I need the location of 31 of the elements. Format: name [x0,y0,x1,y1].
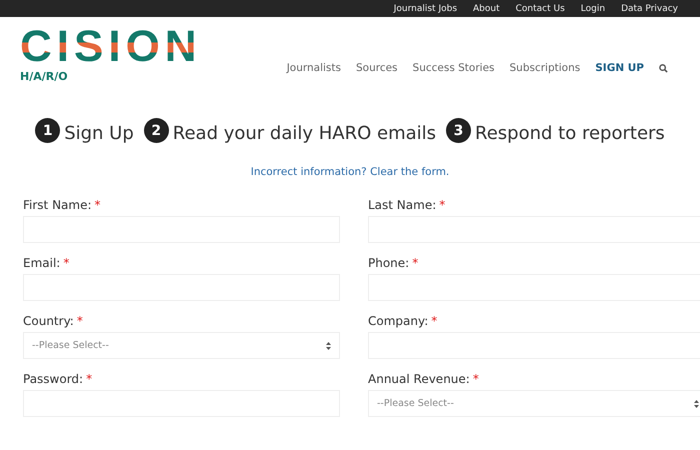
nav-link[interactable]: Subscriptions [510,62,580,74]
step-number: 2 [144,118,169,143]
top-link[interactable]: About [473,4,500,14]
updown-icon [326,342,331,350]
field-label: Password: * [23,372,94,386]
step-number: 1 [35,118,60,143]
top-link[interactable]: Data Privacy [621,4,678,14]
clear-form-link[interactable]: Incorrect information? Clear the form. [0,166,700,178]
field-label: Last Name: * [368,198,446,212]
top-link[interactable]: Contact Us [516,4,565,14]
field-label: Country: * [23,314,84,328]
nav-link[interactable]: Success Stories [412,62,495,74]
updown-icon [694,400,699,408]
select-field[interactable]: --Please Select-- [23,332,340,359]
nav-link[interactable]: Journalists [286,62,341,74]
step-label: Sign Up [64,123,134,144]
logo-subtitle: H/A/R/O [20,70,69,83]
step-label: Read your daily HARO emails [172,123,436,144]
nav-link[interactable]: Sources [356,62,398,74]
search-icon[interactable] [659,64,668,72]
field-label: Company: * [368,314,438,328]
nav-link[interactable]: SIGN UP [595,62,644,74]
top-link[interactable]: Login [580,4,606,14]
top-link[interactable]: Journalist Jobs [394,4,458,14]
field-label: Email: * [23,256,70,270]
select-field[interactable]: --Please Select-- [368,390,700,417]
field-label: First Name: * [23,198,102,212]
field-label: Annual Revenue: * [368,372,480,386]
step-label: Respond to reporters [475,123,665,144]
field-label: Phone: * [368,256,420,270]
step-number: 3 [446,118,472,143]
